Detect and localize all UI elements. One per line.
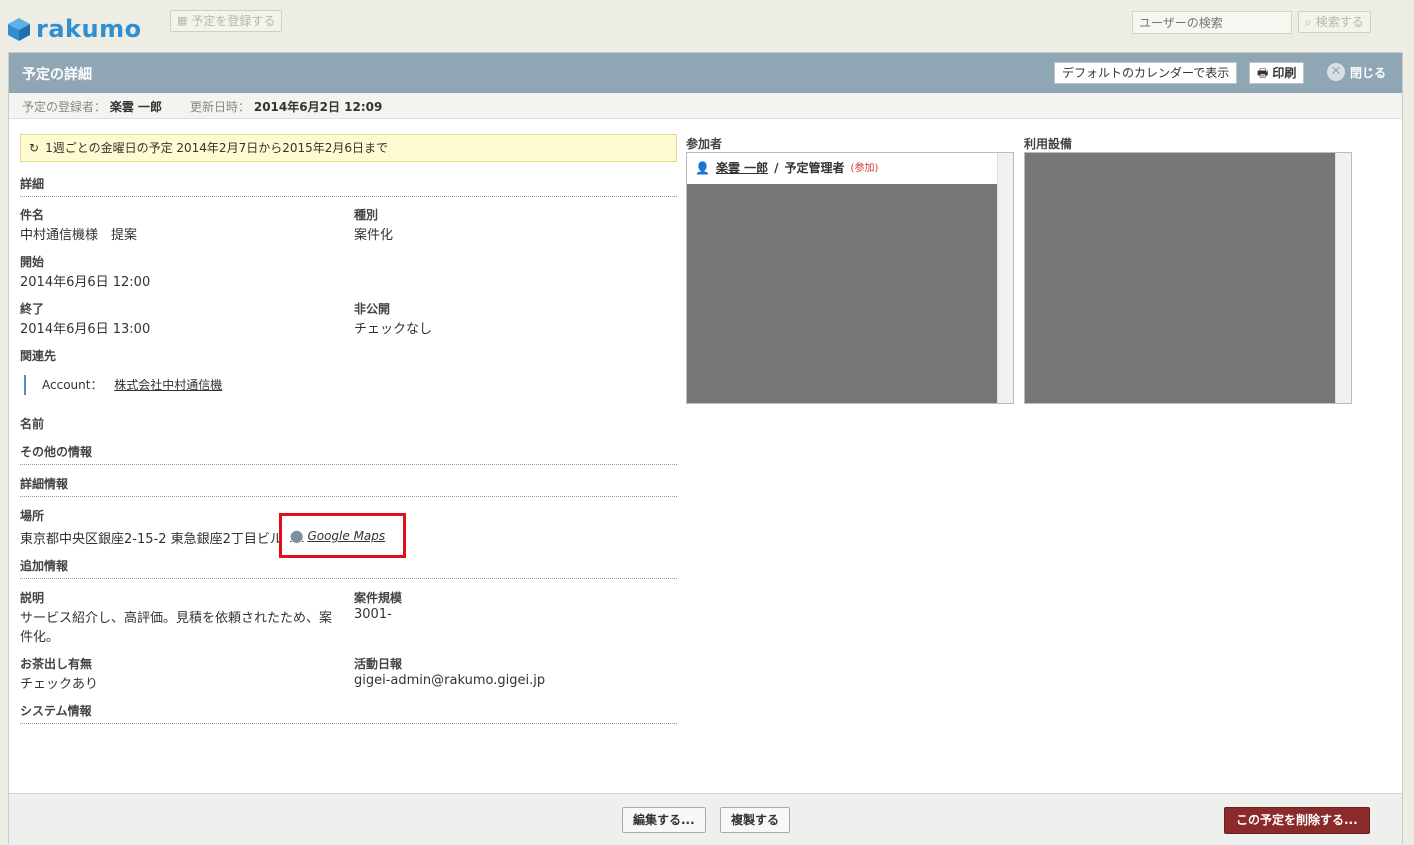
participants-scrollbar[interactable]	[997, 153, 1013, 403]
report-value: gigei-admin@rakumo.gigei.jp	[354, 673, 546, 688]
user-icon: 👤	[695, 161, 710, 175]
location-value: 東京都中央区銀座2-15-2 東急銀座2丁目ビル	[20, 532, 280, 547]
participants-list: 👤 楽雲 一郎 / 予定管理者 (参加)	[686, 152, 1014, 404]
section-system-info: システム情報	[20, 702, 677, 724]
search-label: 検索する	[1315, 15, 1364, 29]
start-value: 2014年6月6日 12:00	[20, 275, 151, 290]
duplicate-button[interactable]: 複製する	[720, 807, 791, 833]
panel-header: 予定の詳細 デフォルトのカレンダーで表示 🖶 印刷 ✕ 閉じる	[9, 53, 1402, 93]
section-additional-info: 追加情報	[20, 557, 677, 579]
print-button[interactable]: 🖶 印刷	[1249, 62, 1305, 84]
cube-logo-icon	[8, 18, 30, 41]
close-button[interactable]: ✕ 閉じる	[1327, 63, 1386, 81]
end-label: 終了	[20, 302, 45, 316]
name-label: 名前	[20, 417, 45, 431]
print-label: 印刷	[1272, 66, 1297, 80]
related-label: 関連先	[20, 349, 57, 363]
private-value: チェックなし	[354, 322, 433, 337]
description-line-2: 件化。	[20, 630, 60, 645]
printer-icon: 🖶	[1257, 66, 1269, 80]
facilities-scrollbar[interactable]	[1335, 153, 1351, 403]
action-footer: 編集する... 複製する この予定を削除する...	[9, 793, 1402, 845]
facilities-title: 利用設備	[1024, 137, 1073, 151]
section-detail-info: 詳細情報	[20, 475, 677, 497]
register-event-button[interactable]: ▦ 予定を登録する	[170, 10, 283, 32]
start-label: 開始	[20, 255, 45, 269]
updated-info: 更新日時： 2014年6月2日 12:09	[190, 100, 383, 114]
meta-bar: 予定の登録者： 楽雲 一郎 更新日時： 2014年6月2日 12:09	[9, 93, 1402, 119]
description-line-1: サービス紹介し、高評価。見積を依頼されたため、案	[20, 611, 333, 626]
map-pin-icon: ⬤	[290, 529, 304, 543]
registrant-info: 予定の登録者： 楽雲 一郎	[22, 100, 163, 114]
register-event-label: 予定を登録する	[191, 14, 276, 28]
account-link[interactable]: 株式会社中村通信機	[114, 378, 222, 392]
participant-role: 予定管理者	[784, 161, 845, 175]
rakumo-logo[interactable]: rakumo	[6, 14, 142, 44]
updated-time: 2014年6月2日 12:09	[253, 100, 383, 114]
logo-text: rakumo	[36, 15, 142, 43]
section-details: 詳細	[20, 175, 677, 197]
default-calendar-button[interactable]: デフォルトのカレンダーで表示	[1054, 62, 1238, 84]
close-label: 閉じる	[1350, 65, 1387, 80]
tea-label: お茶出し有無	[20, 657, 93, 671]
type-value: 案件化	[354, 228, 394, 243]
participant-item[interactable]: 👤 楽雲 一郎 / 予定管理者 (参加)	[687, 153, 997, 184]
participant-name[interactable]: 楽雲 一郎	[716, 154, 768, 183]
recurrence-text: 1週ごとの金曜日の予定 2014年2月7日から2015年2月6日まで	[45, 141, 389, 155]
search-button[interactable]: ⌕ 検索する	[1298, 11, 1371, 33]
subject-value: 中村通信機様 提案	[20, 228, 138, 243]
description-label: 説明	[20, 591, 45, 605]
registrant-name: 楽雲 一郎	[109, 100, 163, 114]
default-calendar-label: デフォルトのカレンダーで表示	[1062, 66, 1230, 80]
facilities-list	[1024, 152, 1352, 404]
scale-value: 3001-	[354, 607, 392, 622]
delete-event-button[interactable]: この予定を削除する...	[1224, 807, 1370, 834]
tea-value: チェックあり	[20, 677, 99, 692]
top-bar: rakumo ▦ 予定を登録する ⌕ 検索する	[0, 0, 1414, 50]
google-maps-link[interactable]: ⬤ Google Maps	[290, 529, 385, 543]
calendar-add-icon: ▦	[177, 14, 188, 27]
edit-button[interactable]: 編集する...	[622, 807, 706, 833]
participants-title: 参加者	[686, 137, 723, 151]
google-maps-label: Google Maps	[307, 529, 386, 543]
section-other-info: その他の情報	[20, 443, 677, 465]
end-value: 2014年6月6日 13:00	[20, 322, 151, 337]
location-label: 場所	[20, 509, 45, 523]
event-detail-panel: 予定の詳細 デフォルトのカレンダーで表示 🖶 印刷 ✕ 閉じる 予定の登録者： …	[8, 52, 1403, 845]
type-label: 種別	[354, 208, 379, 222]
subject-label: 件名	[20, 208, 45, 222]
recurrence-banner: ↻ 1週ごとの金曜日の予定 2014年2月7日から2015年2月6日まで	[20, 134, 677, 162]
user-search-input[interactable]	[1132, 11, 1292, 34]
scale-label: 案件規模	[354, 591, 403, 605]
related-account: Account： 株式会社中村通信機	[24, 375, 222, 395]
participant-status: (参加)	[850, 163, 879, 174]
private-label: 非公開	[354, 302, 391, 316]
repeat-icon: ↻	[29, 141, 40, 155]
report-label: 活動日報	[354, 657, 403, 671]
close-icon: ✕	[1327, 63, 1345, 81]
account-label: Account：	[42, 378, 103, 392]
search-icon: ⌕	[1305, 15, 1312, 29]
page-title: 予定の詳細	[22, 67, 92, 83]
